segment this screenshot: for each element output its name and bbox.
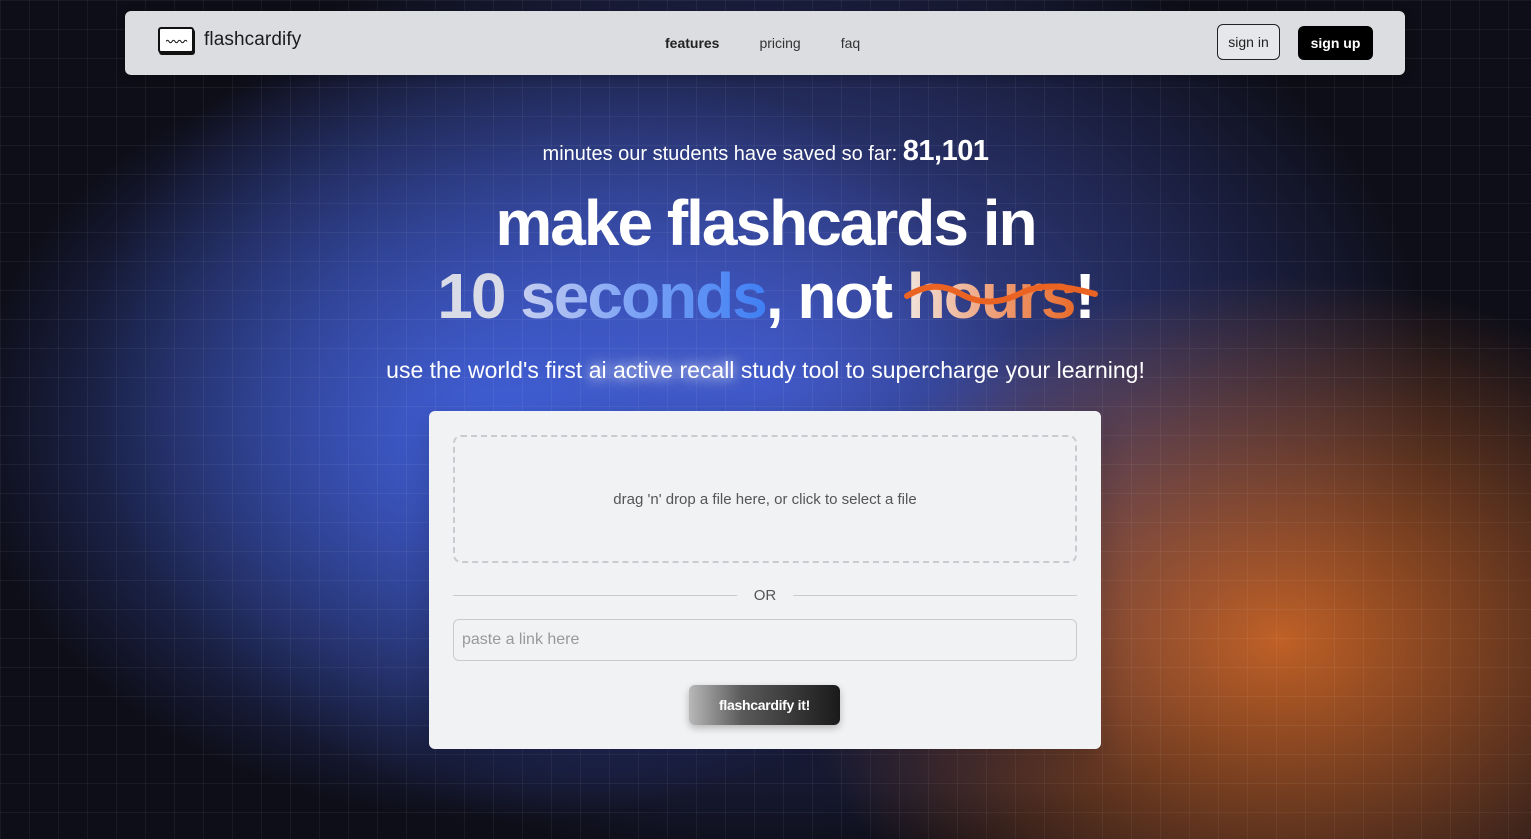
divider-line-right: [793, 595, 1077, 596]
sign-up-button[interactable]: sign up: [1298, 26, 1373, 60]
subtitle-after: study tool to supercharge your learning!: [740, 357, 1145, 383]
strikethrough-squiggle: [903, 283, 1098, 305]
headline-hours-struck: hours: [903, 260, 1098, 332]
upload-card: drag 'n' drop a file here, or click to s…: [429, 411, 1101, 749]
headline-line-1: make flashcards in: [495, 187, 1037, 259]
nav-links: features pricing faq: [665, 35, 860, 51]
headline-number: 10: [437, 260, 506, 332]
nav-link-pricing[interactable]: pricing: [759, 35, 800, 51]
sign-in-button[interactable]: sign in: [1217, 24, 1280, 60]
flashcard-icon: [158, 27, 194, 53]
counter-label: minutes our students have saved so far:: [542, 143, 898, 165]
or-divider: OR: [453, 587, 1077, 604]
counter-value: 81,101: [902, 135, 989, 167]
headline-not: , not: [765, 260, 893, 332]
navbar: flashcardify features pricing faq sign i…: [125, 11, 1405, 75]
subtitle-highlight: ai active recall: [588, 357, 735, 383]
brand-logo[interactable]: flashcardify: [158, 27, 301, 53]
headline-line-2: 10 seconds, not hours!: [0, 260, 1531, 332]
headline-seconds: seconds: [520, 260, 768, 332]
subtitle-before: use the world's first: [386, 357, 583, 383]
nav-link-features[interactable]: features: [665, 35, 719, 51]
minutes-saved-counter: minutes our students have saved so far: …: [0, 135, 1531, 168]
dropzone-text: drag 'n' drop a file here, or click to s…: [613, 490, 917, 508]
hero-subtitle: use the world's first ai active recall s…: [0, 357, 1531, 384]
flashcardify-button[interactable]: flashcardify it!: [689, 685, 840, 725]
file-dropzone[interactable]: drag 'n' drop a file here, or click to s…: [453, 435, 1077, 563]
nav-link-faq[interactable]: faq: [841, 35, 860, 51]
brand-name: flashcardify: [204, 29, 302, 50]
link-input[interactable]: [453, 619, 1077, 661]
